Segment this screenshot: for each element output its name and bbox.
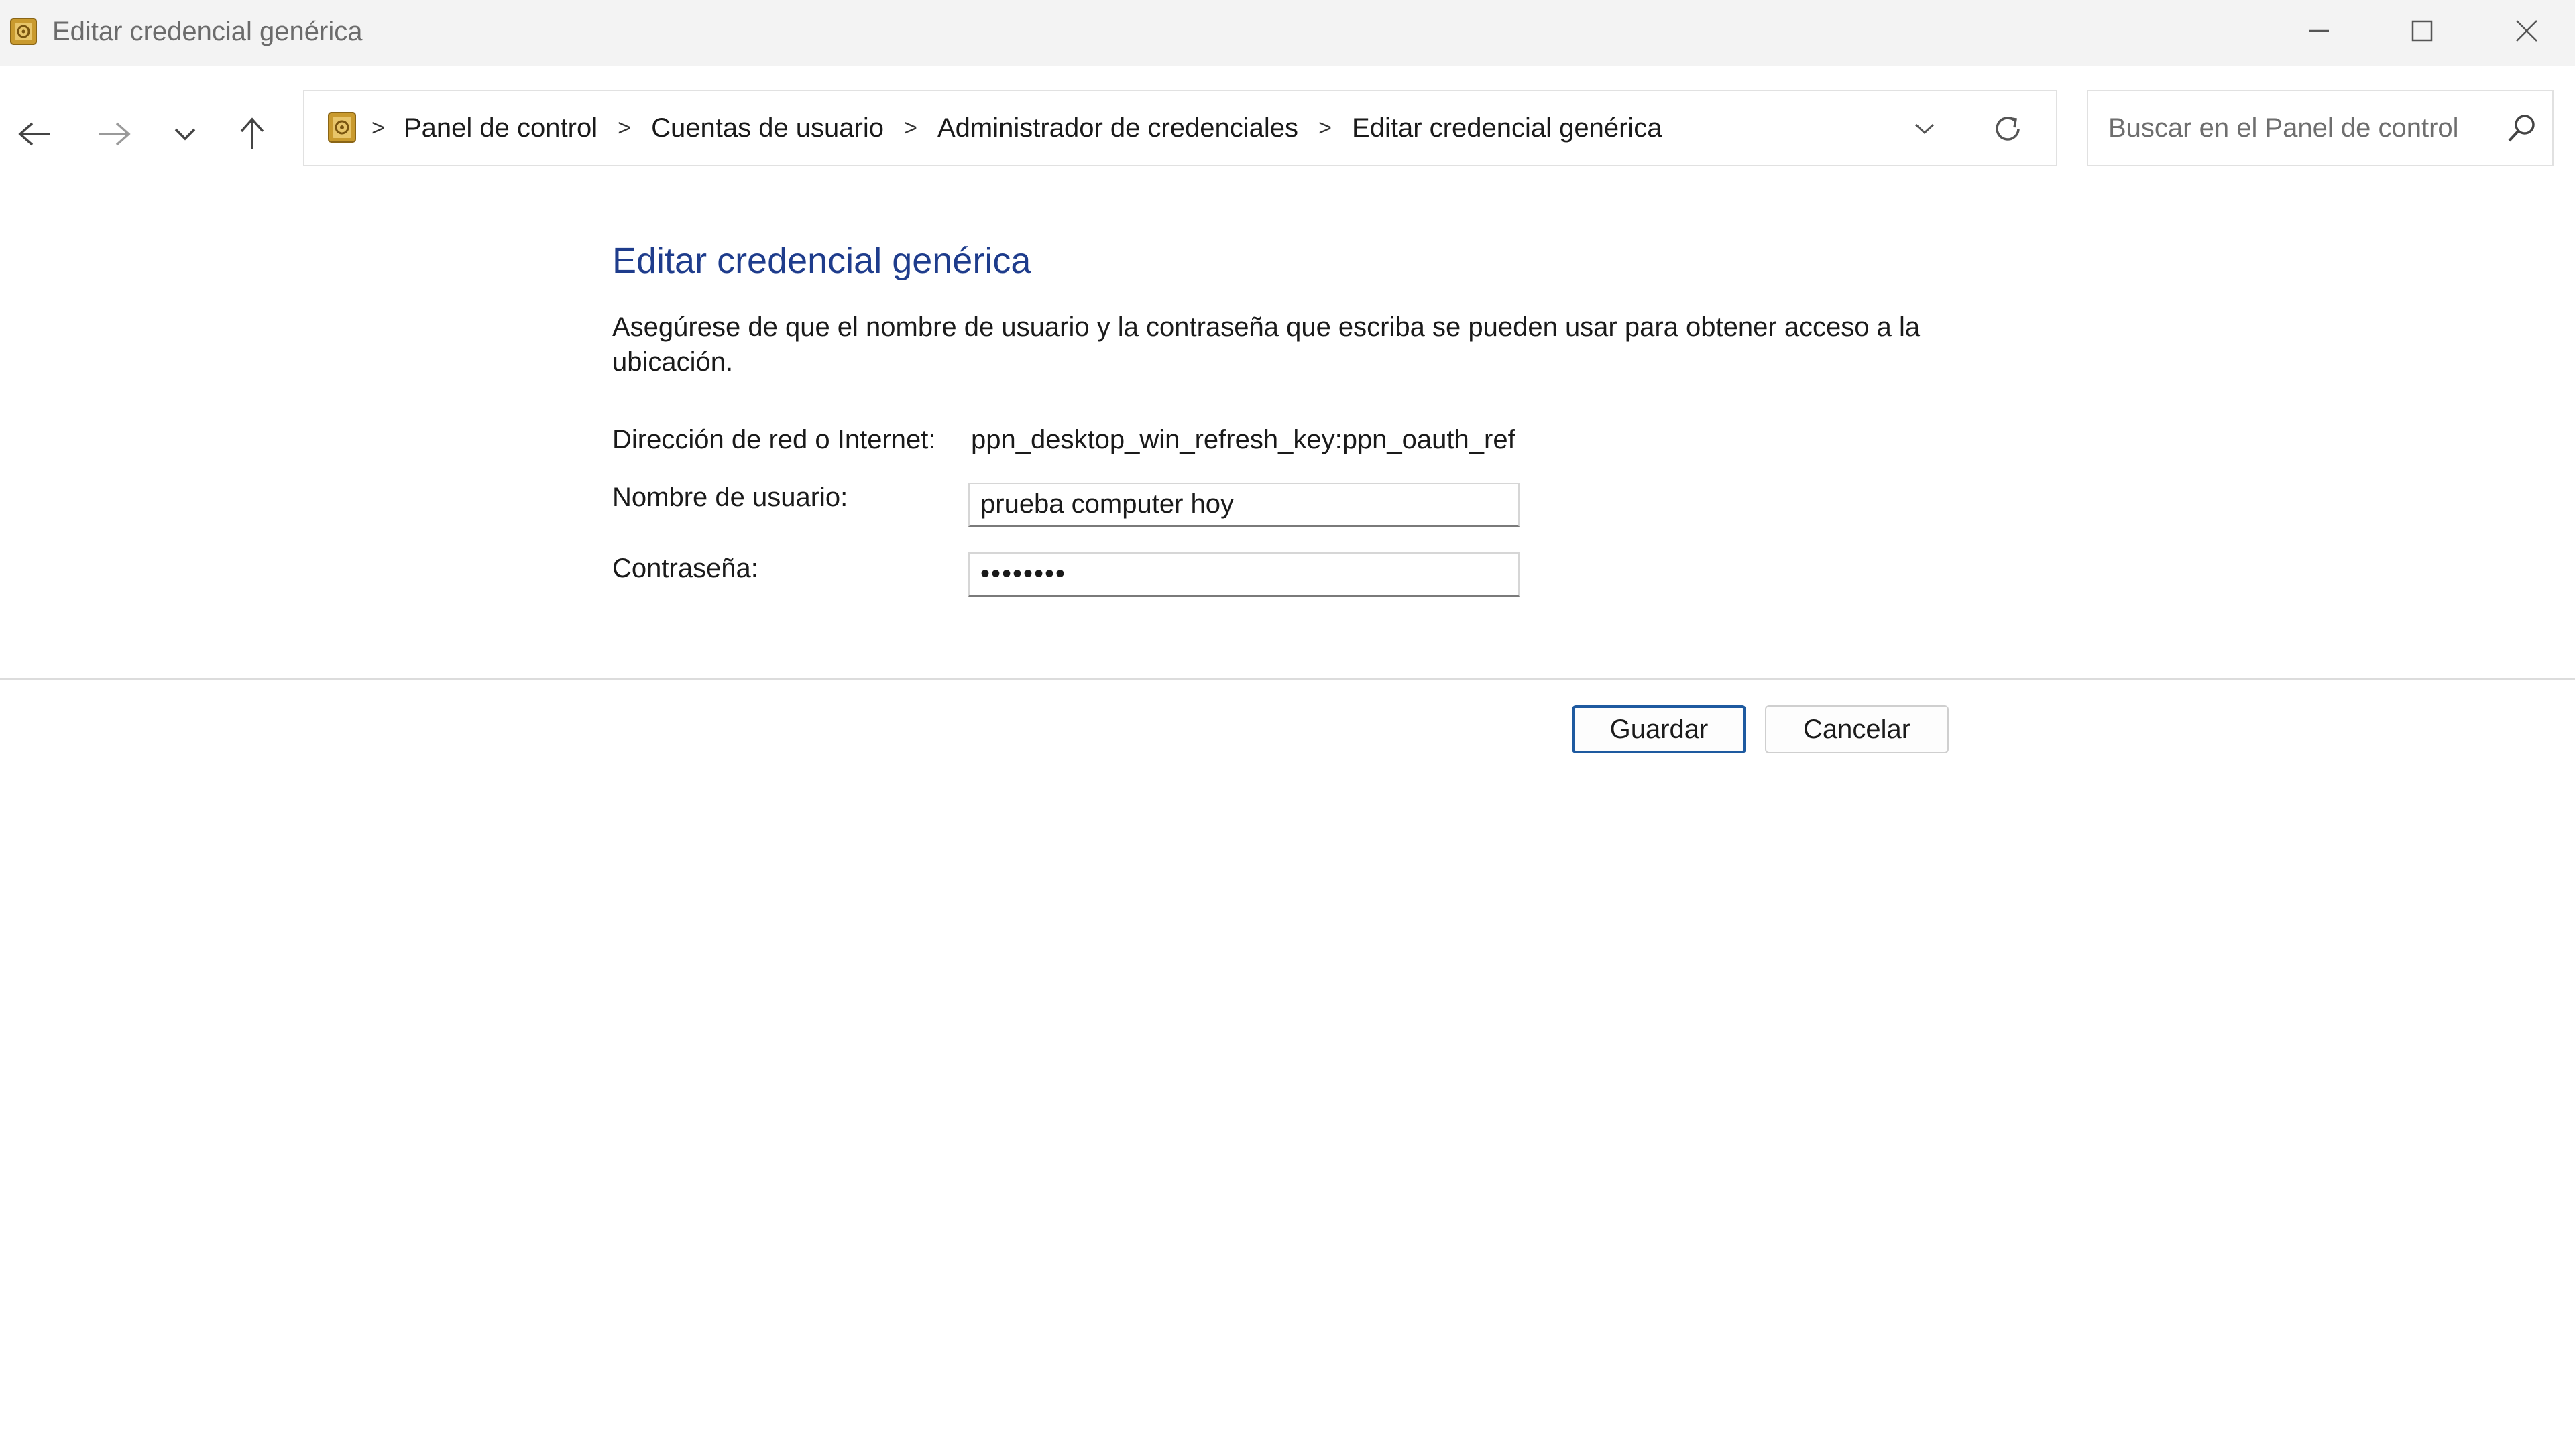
search-box[interactable]: Buscar en el Panel de control	[2087, 90, 2554, 166]
address-bar[interactable]: > Panel de control > Cuentas de usuario …	[303, 90, 2057, 166]
window-title: Editar credencial genérica	[52, 17, 363, 46]
minimize-icon	[2309, 29, 2329, 32]
address-label: Dirección de red o Internet:	[612, 425, 936, 454]
cancel-button[interactable]: Cancelar	[1765, 705, 1949, 753]
maximize-button[interactable]	[2370, 0, 2474, 62]
close-button[interactable]	[2474, 0, 2575, 62]
address-value: ppn_desktop_win_refresh_key:ppn_oauth_re…	[971, 425, 1515, 454]
arrow-right-icon	[99, 122, 131, 146]
credential-manager-icon	[10, 18, 37, 45]
chevron-right-icon[interactable]: >	[884, 115, 937, 141]
breadcrumb-item-administrador-de-credenciales[interactable]: Administrador de credenciales	[937, 113, 1298, 143]
recent-locations-button[interactable]	[158, 107, 212, 161]
chevron-right-icon: >	[371, 115, 385, 141]
control-panel-icon	[328, 112, 356, 143]
username-label: Nombre de usuario:	[612, 483, 848, 512]
breadcrumb-item-cuentas-de-usuario[interactable]: Cuentas de usuario	[651, 113, 884, 143]
arrow-left-icon	[18, 122, 50, 146]
description-text: Asegúrese de que el nombre de usuario y …	[612, 312, 1921, 377]
chevron-down-icon	[1914, 123, 1935, 135]
page-title: Editar credencial genérica	[612, 241, 1031, 281]
address-dropdown-button[interactable]	[1904, 110, 1945, 147]
close-icon	[2516, 20, 2537, 42]
breadcrumb: > Panel de control > Cuentas de usuario …	[371, 91, 1662, 165]
breadcrumb-item-panel-de-control[interactable]: Panel de control	[404, 113, 597, 143]
title-bar: Editar credencial genérica	[0, 0, 2575, 66]
refresh-button[interactable]	[1988, 110, 2028, 147]
back-button[interactable]	[8, 107, 62, 161]
forward-button[interactable]	[87, 107, 141, 161]
maximize-icon	[2411, 20, 2433, 42]
chevron-right-icon[interactable]: >	[1298, 115, 1352, 141]
search-input[interactable]: Buscar en el Panel de control	[2108, 91, 2459, 165]
up-button[interactable]	[225, 107, 279, 161]
minimize-button[interactable]	[2267, 0, 2371, 62]
password-field[interactable]	[968, 552, 1520, 597]
chevron-down-icon	[174, 128, 196, 141]
password-label: Contraseña:	[612, 554, 758, 583]
chevron-right-icon[interactable]: >	[597, 115, 651, 141]
refresh-icon	[1996, 117, 2020, 141]
divider	[0, 678, 2575, 680]
search-icon[interactable]	[2505, 111, 2539, 145]
arrow-up-icon	[240, 117, 264, 149]
breadcrumb-item-editar-credencial[interactable]: Editar credencial genérica	[1352, 113, 1662, 143]
username-field[interactable]	[968, 483, 1520, 527]
save-button[interactable]: Guardar	[1572, 705, 1746, 753]
